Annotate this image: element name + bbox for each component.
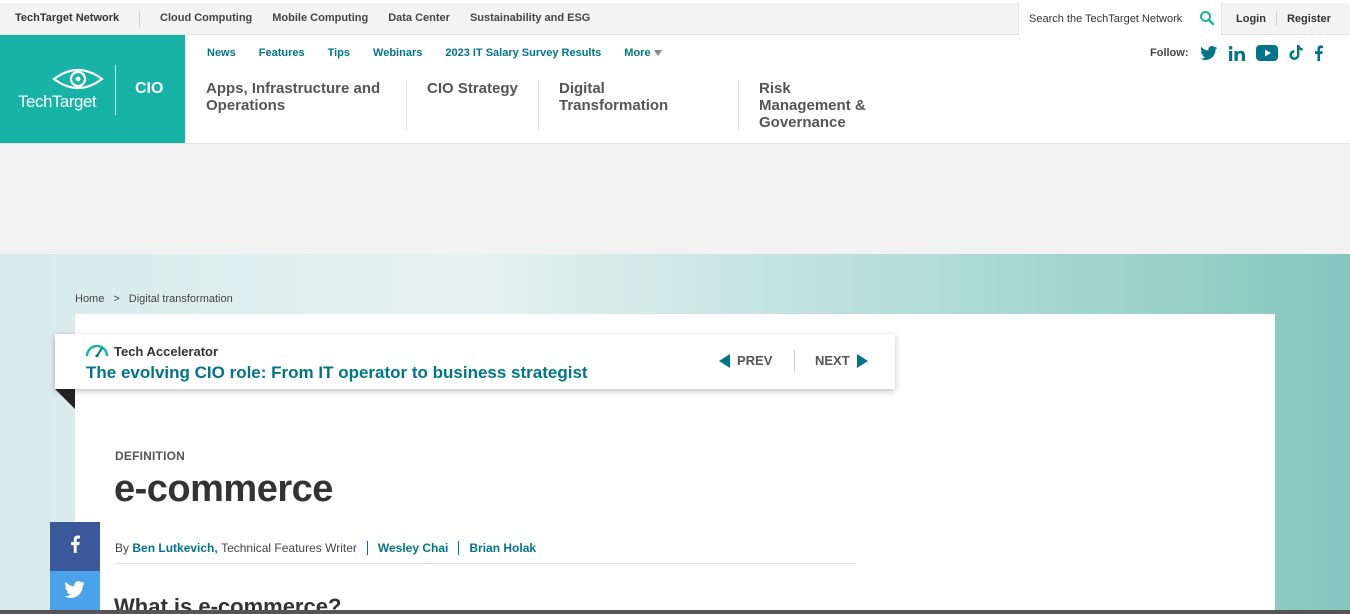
byline: By Ben Lutkevich, Technical Features Wri… [115,541,536,555]
content-type-label: DEFINITION [115,449,185,463]
facebook-icon[interactable] [1314,45,1323,61]
twitter-icon [64,581,86,604]
register-link[interactable]: Register [1287,13,1331,25]
follow-label: Follow: [1150,47,1189,59]
author-link-ben-lutkevich[interactable]: Ben Lutkevich, [132,541,217,555]
network-link-data-center[interactable]: Data Center [388,12,450,24]
accelerator-title-link[interactable]: The evolving CIO role: From IT operator … [86,363,588,383]
banner-fold-corner [55,389,75,409]
divider [406,80,407,130]
next-label: NEXT [815,353,850,368]
network-bar: TechTarget Network Cloud Computing Mobil… [0,3,1350,35]
topic-digital-transformation[interactable]: Digital Transformation [559,80,679,114]
divider [738,80,739,130]
divider [366,541,368,555]
speedometer-icon [85,342,109,360]
ad-placeholder [0,144,1350,254]
linkedin-icon[interactable] [1228,45,1245,61]
topic-risk-management[interactable]: Risk Management & Governance [759,80,874,131]
twitter-icon[interactable] [1199,45,1218,61]
breadcrumb-home[interactable]: Home [75,293,104,305]
divider [794,350,795,372]
author-role: Technical Features Writer [221,541,357,555]
divider [1275,12,1277,26]
tech-accelerator-banner: Tech Accelerator The evolving CIO role: … [55,334,895,389]
arrow-right-icon [856,353,868,368]
prev-label: PREV [737,353,773,368]
accelerator-kicker: Tech Accelerator [85,342,218,360]
sub-navigation: News Features Tips Webinars 2023 IT Sala… [207,47,662,59]
network-brand-link[interactable]: TechTarget Network [15,12,119,24]
next-button[interactable]: NEXT [815,353,868,368]
network-link-cloud-computing[interactable]: Cloud Computing [160,12,252,24]
divider [115,563,855,564]
site-header: TechTarget CIO News Features Tips Webina… [0,35,1350,144]
author-link-wesley-chai[interactable]: Wesley Chai [378,541,448,555]
auth-links: Login Register [1236,12,1331,26]
arrow-left-icon [719,353,730,368]
network-nav: Cloud Computing Mobile Computing Data Ce… [160,12,590,24]
follow-bar: Follow: [1150,45,1323,61]
divider [139,11,140,27]
bottom-edge [0,610,1350,614]
youtube-icon[interactable] [1255,45,1278,61]
subnav-item-webinars[interactable]: Webinars [373,47,422,59]
author-link-brian-holak[interactable]: Brian Holak [469,541,536,555]
subnav-item-salary-survey[interactable]: 2023 IT Salary Survey Results [445,47,601,59]
search-icon[interactable] [1199,10,1215,26]
subnav-item-tips[interactable]: Tips [328,47,350,59]
network-link-mobile-computing[interactable]: Mobile Computing [272,12,368,24]
network-search [1018,3,1222,35]
login-link[interactable]: Login [1236,13,1266,25]
facebook-icon [70,535,80,558]
topic-apps-infrastructure[interactable]: Apps, Infrastructure and Operations [206,80,396,114]
accelerator-kicker-label: Tech Accelerator [114,343,219,359]
prev-button[interactable]: PREV [719,353,772,368]
divider [538,80,539,130]
logo-wordmark: TechTarget [18,92,97,111]
tiktok-icon[interactable] [1288,45,1303,61]
topic-cio-strategy[interactable]: CIO Strategy [427,80,527,97]
network-link-sustainability[interactable]: Sustainability and ESG [470,12,590,24]
subnav-item-features[interactable]: Features [259,47,305,59]
page-title: e-commerce [114,468,333,510]
share-facebook-button[interactable] [50,522,100,571]
more-label: More [624,47,651,59]
divider [115,65,116,115]
search-input[interactable] [1029,11,1194,27]
byline-by: By [115,541,130,555]
subnav-item-news[interactable]: News [207,47,236,59]
breadcrumb-section[interactable]: Digital transformation [129,293,233,305]
site-logo[interactable]: TechTarget CIO [0,35,185,143]
chevron-down-icon [653,50,662,56]
divider [458,541,460,555]
breadcrumb: Home > Digital transformation [75,293,233,305]
share-twitter-button[interactable] [50,571,100,614]
subnav-more-button[interactable]: More [624,47,662,59]
logo-site-name: CIO [135,80,164,97]
breadcrumb-separator: > [113,293,120,305]
